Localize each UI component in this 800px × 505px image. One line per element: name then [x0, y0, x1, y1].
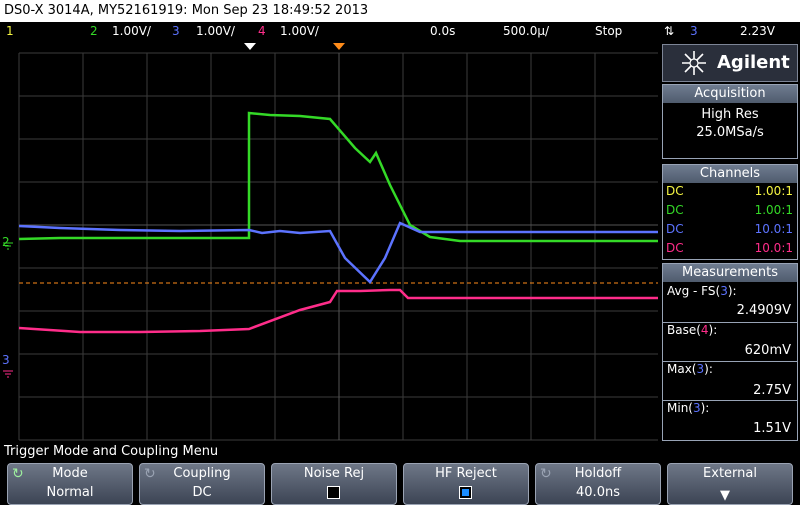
acquisition-mode: High Res [701, 107, 759, 122]
holdoff-softkey[interactable]: ↻ Holdoff 40.0ns [535, 463, 661, 505]
softkey-bar: ↻ Mode Normal ↻ Coupling DC Noise Rej HF… [0, 461, 800, 505]
delay-readout: 0.0s [430, 24, 456, 38]
ch3-probe-ratio: 10.0:1 [754, 222, 793, 236]
measurement-3-label: Max(3): [667, 362, 713, 376]
ch2-label[interactable]: 2 [90, 22, 98, 40]
measurements-header[interactable]: Measurements [662, 263, 798, 283]
ch3-label[interactable]: 3 [172, 22, 180, 40]
trigger-edge-icon: ⇅ [664, 24, 675, 38]
brand-name: Agilent [717, 52, 790, 73]
trigger-level: 2.23V [740, 24, 775, 38]
trigger-source: 3 [690, 24, 698, 38]
hf-reject-softkey[interactable]: HF Reject [403, 463, 529, 505]
acquisition-body: High Res 25.0MSa/s [662, 103, 798, 159]
title-bar: DS0-X 3014A, MY52161919: Mon Sep 23 18:4… [0, 0, 800, 22]
menu-title-bar: Trigger Mode and Coupling Menu [0, 442, 800, 461]
ch3-coupling: DC [666, 222, 684, 236]
measurement-2-label: Base(4): [667, 323, 718, 337]
side-panel: Agilent Acquisition High Res 25.0MSa/s C… [660, 40, 800, 442]
spark-icon [682, 51, 706, 75]
ch2-probe-ratio: 1.00:1 [754, 203, 793, 217]
ch2-coupling: DC [666, 203, 684, 217]
measurement-2-value: 620mV [744, 343, 791, 358]
measurement-1-label: Avg - FS(3): [667, 284, 737, 298]
waveform-display[interactable]: 2 3 [0, 40, 660, 442]
ch4-label[interactable]: 4 [258, 22, 266, 40]
status-bar: 1 2 1.00V/ 3 1.00V/ 4 1.00V/ 0.0s 500.0µ… [0, 22, 800, 40]
acquisition-header[interactable]: Acquisition [662, 84, 798, 104]
ch4-scale: 1.00V/ [280, 24, 319, 38]
ch4-coupling: DC [666, 241, 684, 255]
measurement-3-value: 2.75V [753, 383, 791, 398]
timebase-readout: 500.0µ/ [503, 24, 550, 38]
menu-title: Trigger Mode and Coupling Menu [4, 444, 219, 459]
down-arrow-icon: ▼ [720, 488, 730, 503]
noise-reject-softkey[interactable]: Noise Rej [271, 463, 397, 505]
mode-softkey[interactable]: ↻ Mode Normal [7, 463, 133, 505]
waveform-svg: 2 3 [0, 40, 660, 442]
measurement-1-value: 2.4909V [736, 303, 791, 318]
run-state: Stop [595, 24, 623, 38]
coupling-softkey[interactable]: ↻ Coupling DC [139, 463, 265, 505]
ch1-label[interactable]: 1 [6, 22, 14, 40]
agilent-logo: Agilent [662, 44, 798, 82]
ch4-probe-ratio: 10.0:1 [754, 241, 793, 255]
ch3-scale: 1.00V/ [196, 24, 235, 38]
ch1-coupling: DC [666, 184, 684, 198]
measurement-4-label: Min(3): [667, 401, 710, 415]
external-softkey[interactable]: External ▼ [667, 463, 793, 505]
hf-reject-checkbox[interactable] [459, 486, 472, 499]
ch1-probe-ratio: 1.00:1 [754, 184, 793, 198]
noise-reject-checkbox[interactable] [327, 486, 340, 499]
measurements-body: Avg - FS(3): 2.4909V Base(4): 620mV Max(… [662, 282, 798, 441]
ch2-marker[interactable]: 2 [2, 235, 10, 249]
sample-rate: 25.0MSa/s [696, 125, 764, 140]
ch3-marker[interactable]: 3 [2, 353, 10, 367]
measurement-4-value: 1.51V [753, 421, 791, 436]
window-title: DS0-X 3014A, MY52161919: Mon Sep 23 18:4… [4, 3, 369, 18]
ch2-scale: 1.00V/ [112, 24, 151, 38]
channels-body: DC 1.00:1 DC 1.00:1 DC 10.0:1 DC 10.0:1 [662, 183, 798, 260]
channels-header[interactable]: Channels [662, 164, 798, 184]
